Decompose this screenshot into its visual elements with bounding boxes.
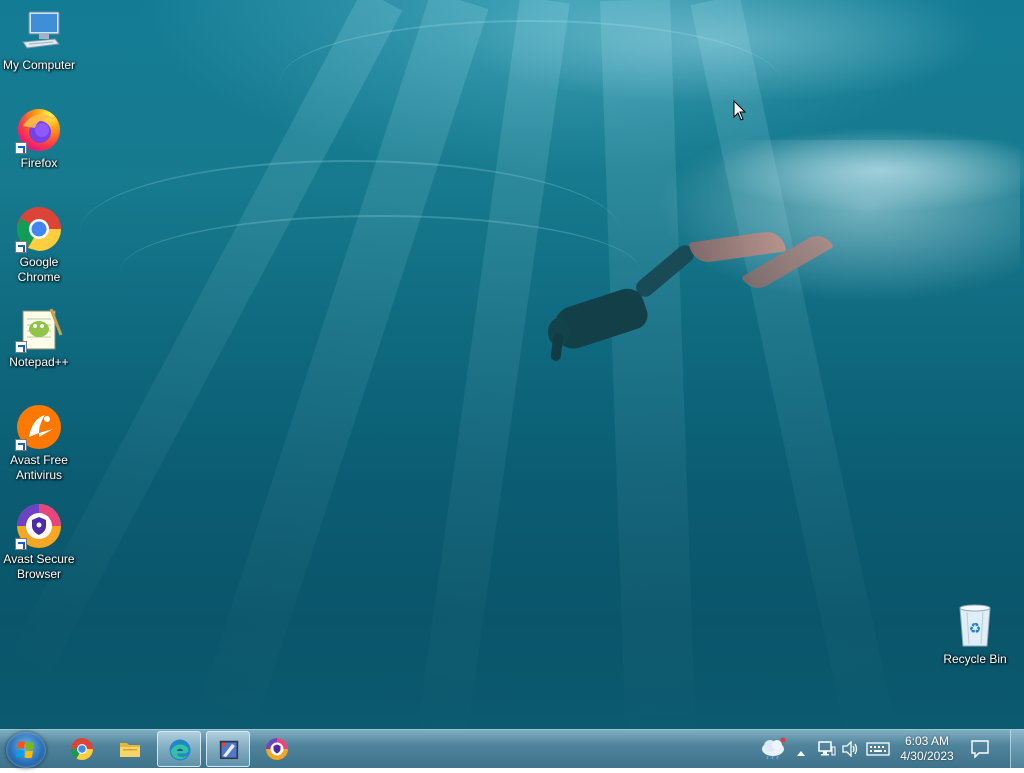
volume-icon[interactable] bbox=[842, 740, 860, 762]
clock-time: 6:03 AM bbox=[904, 734, 950, 748]
keyboard-icon[interactable] bbox=[866, 741, 890, 762]
weather-icon[interactable] bbox=[760, 736, 788, 765]
taskbar-app-button[interactable] bbox=[206, 731, 250, 767]
start-button[interactable] bbox=[6, 732, 46, 768]
desktop-icon-google-chrome[interactable]: Google Chrome bbox=[1, 205, 77, 285]
taskbar-clock[interactable]: 6:03 AM 4/30/2023 bbox=[893, 734, 961, 764]
desktop-icon-my-computer[interactable]: My Computer bbox=[1, 8, 77, 73]
shortcut-arrow-icon bbox=[15, 538, 27, 550]
desktop-icon-notepadpp[interactable]: Notepad++ bbox=[1, 305, 77, 370]
avast-antivirus-icon bbox=[15, 403, 63, 451]
taskbar-edge-button[interactable] bbox=[157, 731, 201, 767]
folder-icon bbox=[120, 743, 140, 757]
desktop-icon-label: Firefox bbox=[20, 156, 58, 170]
shortcut-arrow-icon bbox=[15, 341, 27, 353]
mouse-cursor-icon bbox=[733, 99, 747, 127]
taskbar-avast-browser-button[interactable] bbox=[255, 731, 299, 767]
taskbar: 6:03 AM 4/30/2023 bbox=[0, 729, 1024, 768]
windows-start-icon bbox=[16, 741, 34, 759]
desktop-icon-recycle-bin[interactable]: ♻ Recycle Bin bbox=[937, 602, 1013, 667]
svg-text:♻: ♻ bbox=[969, 621, 982, 637]
desktop-icon-label: Recycle Bin bbox=[943, 652, 1007, 666]
desktop-icon-label: Google Chrome bbox=[17, 255, 61, 284]
computer-icon bbox=[15, 8, 63, 56]
desktop-icon-label: Avast Free Antivirus bbox=[10, 453, 68, 482]
edge-icon bbox=[169, 739, 191, 761]
show-desktop-button[interactable] bbox=[1010, 730, 1024, 768]
show-hidden-icons-chevron[interactable] bbox=[796, 744, 806, 762]
desktop-icon-avast-secure-browser[interactable]: Avast Secure Browser bbox=[1, 502, 77, 582]
desktop-icon-label: My Computer bbox=[2, 58, 76, 72]
taskbar-chrome-button[interactable] bbox=[60, 731, 104, 767]
desktop-icon-label: Notepad++ bbox=[9, 355, 69, 369]
desktop-icon-label: Avast Secure Browser bbox=[3, 552, 75, 581]
shortcut-arrow-icon bbox=[15, 439, 27, 451]
water-wave bbox=[280, 20, 780, 142]
shortcut-arrow-icon bbox=[15, 142, 27, 154]
desktop-icon-firefox[interactable]: Firefox bbox=[1, 106, 77, 171]
avast-browser-icon bbox=[15, 502, 63, 550]
water-foam bbox=[640, 140, 1020, 310]
app-window-icon bbox=[219, 740, 239, 760]
clock-date: 4/30/2023 bbox=[900, 749, 954, 763]
shortcut-arrow-icon bbox=[15, 241, 27, 253]
recycle-bin-icon: ♻ bbox=[951, 602, 999, 650]
firefox-icon bbox=[15, 106, 63, 154]
network-icon[interactable] bbox=[818, 741, 836, 762]
notepadpp-icon bbox=[15, 305, 63, 353]
avast-browser-icon bbox=[266, 738, 288, 760]
desktop-wallpaper bbox=[0, 0, 1024, 761]
chrome-icon bbox=[15, 205, 63, 253]
notification-icon[interactable] bbox=[970, 739, 990, 764]
desktop-icon-avast-antivirus[interactable]: Avast Free Antivirus bbox=[1, 403, 77, 483]
chrome-icon bbox=[71, 738, 93, 760]
taskbar-file-explorer-button[interactable] bbox=[108, 731, 152, 767]
